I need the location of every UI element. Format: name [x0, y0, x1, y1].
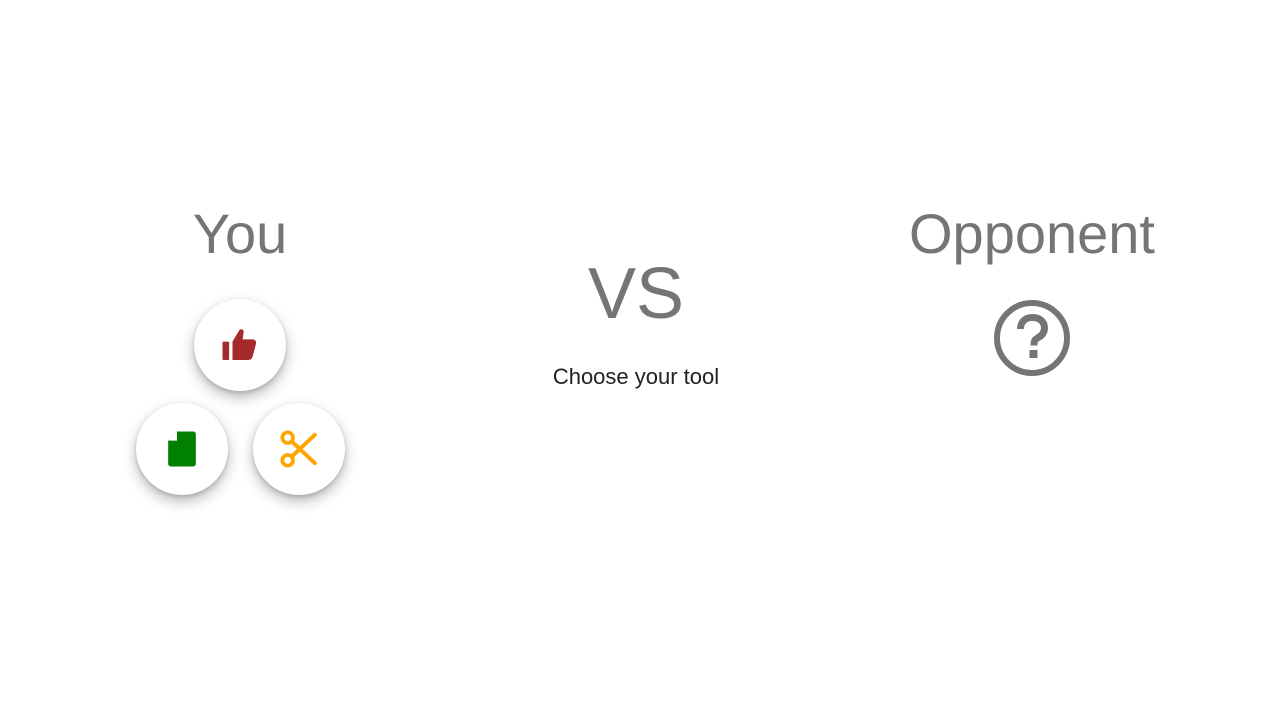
choose-tool-prompt: Choose your tool — [552, 364, 720, 389]
question-circle-icon — [994, 300, 1070, 376]
thumbs-up-icon — [222, 329, 257, 360]
paper-button[interactable] — [136, 403, 228, 495]
file-icon — [168, 431, 196, 467]
scissors-icon — [280, 430, 317, 468]
vs-label: VS — [587, 254, 685, 334]
player-title: You — [192, 202, 288, 265]
rock-button[interactable] — [194, 299, 286, 391]
game-stage: You VS Choose your tool Opponent — [0, 0, 1280, 720]
scissors-button[interactable] — [253, 403, 345, 495]
opponent-title: Opponent — [909, 202, 1155, 265]
